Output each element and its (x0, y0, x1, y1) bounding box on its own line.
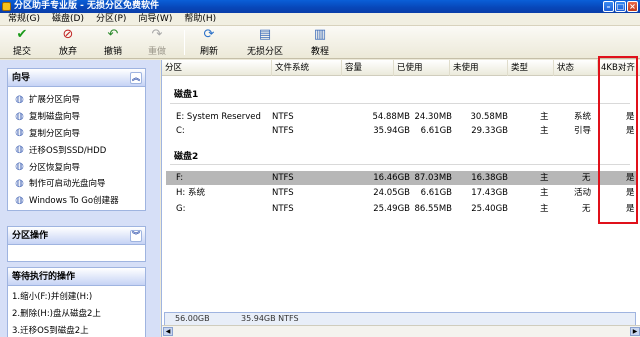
wizard-item-migrate-os[interactable]: ◍ 迁移OS到SSD/HDD (8, 141, 145, 158)
menu-bar: 常规(G) 磁盘(D) 分区(P) 向导(W) 帮助(H) (0, 13, 640, 26)
window-title: 分区助手专业版 - 无损分区免费软件 (14, 1, 160, 11)
minimize-icon[interactable]: – (603, 1, 614, 12)
undo-button[interactable]: ↶ 撤销 (97, 27, 129, 58)
scroll-left-icon[interactable]: ◀ (163, 327, 173, 336)
pending-op-item[interactable]: 1.缩小(F:)并创建(H:) (8, 289, 145, 306)
horizontal-scrollbar[interactable]: ◀ ▶ (162, 325, 640, 337)
book-icon: ▥ (313, 27, 327, 42)
toolbar: ✔ 提交 ⊘ 放弃 ↶ 撤销 ↷ 重做 ⟳ 刷新 ▤ 无损分区 ▥ 教程 (0, 26, 640, 59)
pending-ops-title: 等待执行的操作 (12, 272, 76, 282)
checkmark-icon: ✔ (16, 27, 28, 42)
wizard-item-extend[interactable]: ◍ 扩展分区向导 (8, 91, 145, 108)
maximize-icon[interactable]: □ (615, 1, 626, 12)
disk1-divider (170, 103, 630, 104)
partition-ops-header[interactable]: 分区操作 ︾ (8, 227, 145, 245)
undo-icon: ↶ (107, 27, 119, 42)
discard-icon: ⊘ (62, 27, 74, 42)
menu-wizard[interactable]: 向导(W) (132, 13, 178, 26)
refresh-button[interactable]: ⟳ 刷新 (193, 27, 225, 58)
wizard-item-copy-disk[interactable]: ◍ 复制磁盘向导 (8, 108, 145, 125)
highlight-box-4kb (598, 56, 638, 224)
discard-button[interactable]: ⊘ 放弃 (52, 27, 84, 58)
redo-icon: ↷ (151, 27, 163, 42)
migrate-os-icon: ◍ (15, 144, 24, 156)
windows-to-go-icon: ◍ (15, 194, 24, 206)
recovery-icon: ◍ (15, 161, 24, 173)
disk-map-strip[interactable]: 56.00GB 35.94GB NTFS (164, 312, 636, 326)
bootable-cd-icon: ◍ (15, 177, 24, 189)
left-panel: 向导 ︽ ◍ 扩展分区向导 ◍ 复制磁盘向导 ◍ 复制分区向导 ◍ 迁移OS到SSD/H… (0, 60, 160, 337)
pending-op-item[interactable]: 3.迁移OS到磁盘2上 (8, 323, 145, 337)
redo-button[interactable]: ↷ 重做 (141, 27, 173, 58)
menu-general[interactable]: 常规(G) (2, 13, 46, 26)
disk1-title: 磁盘1 (174, 90, 199, 100)
menu-partition[interactable]: 分区(P) (90, 13, 132, 26)
table-row[interactable]: C: NTFS 35.94GB 6.61GB 29.33GB 主 引导 是 (166, 124, 636, 138)
table-row[interactable]: H: 系统 NTFS 24.05GB 6.61GB 17.43GB 主 活动 是 (166, 186, 636, 200)
lossless-partition-button[interactable]: ▤ 无损分区 (243, 27, 287, 58)
commit-button[interactable]: ✔ 提交 (6, 27, 38, 58)
column-capacity[interactable]: 容量 (342, 60, 394, 76)
wizard-panel-header[interactable]: 向导 ︽ (8, 69, 145, 87)
wizard-panel-title: 向导 (12, 73, 31, 83)
table-row-selected[interactable]: F: NTFS 16.46GB 87.03MB 16.38GB 主 无 是 (166, 171, 636, 185)
table-row[interactable]: E: System Reserved NTFS 54.88MB 24.30MB … (166, 110, 636, 124)
expand-down-icon[interactable]: ︾ (130, 230, 142, 242)
title-bar: 分区助手专业版 - 无损分区免费软件 – □ × (0, 0, 640, 13)
disk-map-partition: 35.94GB NTFS (241, 314, 299, 323)
column-status[interactable]: 状态 (554, 60, 598, 76)
column-free[interactable]: 未使用 (450, 60, 508, 76)
disk-map-size: 56.00GB (175, 314, 210, 323)
copy-disk-icon: ◍ (15, 110, 24, 122)
refresh-icon: ⟳ (203, 27, 215, 42)
column-partition[interactable]: 分区 (162, 60, 272, 76)
pending-ops-panel: 等待执行的操作 1.缩小(F:)并创建(H:) 2.删除(H:)盘从磁盘2上 3… (7, 267, 146, 337)
partition-ops-panel: 分区操作 ︾ (7, 226, 146, 262)
wizard-item-bootable-cd[interactable]: ◍ 制作可启动光盘向导 (8, 175, 145, 192)
wizard-item-windows-to-go[interactable]: ◍ Windows To Go创建器 (8, 192, 145, 209)
window-controls: – □ × (603, 1, 638, 12)
disk2-title: 磁盘2 (174, 152, 199, 162)
disk2-divider (170, 164, 630, 165)
app-icon (2, 2, 11, 11)
extend-partition-icon: ◍ (15, 93, 24, 105)
menu-disk[interactable]: 磁盘(D) (46, 13, 90, 26)
toolbar-separator (184, 30, 185, 55)
scroll-right-icon[interactable]: ▶ (630, 327, 640, 336)
wizard-item-recovery[interactable]: ◍ 分区恢复向导 (8, 158, 145, 175)
column-used[interactable]: 已使用 (394, 60, 450, 76)
wizard-panel: 向导 ︽ ◍ 扩展分区向导 ◍ 复制磁盘向导 ◍ 复制分区向导 ◍ 迁移OS到SSD/H… (7, 68, 146, 211)
close-icon[interactable]: × (627, 1, 638, 12)
copy-partition-icon: ◍ (15, 127, 24, 139)
wizard-item-copy-partition[interactable]: ◍ 复制分区向导 (8, 125, 145, 142)
column-filesystem[interactable]: 文件系统 (272, 60, 342, 76)
menu-help[interactable]: 帮助(H) (178, 13, 222, 26)
partition-ops-title: 分区操作 (12, 231, 49, 241)
column-type[interactable]: 类型 (508, 60, 554, 76)
collapse-up-icon[interactable]: ︽ (130, 72, 142, 84)
tutorial-button[interactable]: ▥ 教程 (304, 27, 336, 58)
partition-table-area: 分区 文件系统 容量 已使用 未使用 类型 状态 4KB对齐 磁盘1 E: Sy… (161, 56, 640, 337)
pending-ops-header: 等待执行的操作 (8, 268, 145, 286)
table-row[interactable]: G: NTFS 25.49GB 86.55MB 25.40GB 主 无 是 (166, 202, 636, 216)
partition-icon: ▤ (258, 27, 272, 42)
pending-op-item[interactable]: 2.删除(H:)盘从磁盘2上 (8, 306, 145, 323)
table-header: 分区 文件系统 容量 已使用 未使用 类型 状态 4KB对齐 (162, 60, 640, 76)
